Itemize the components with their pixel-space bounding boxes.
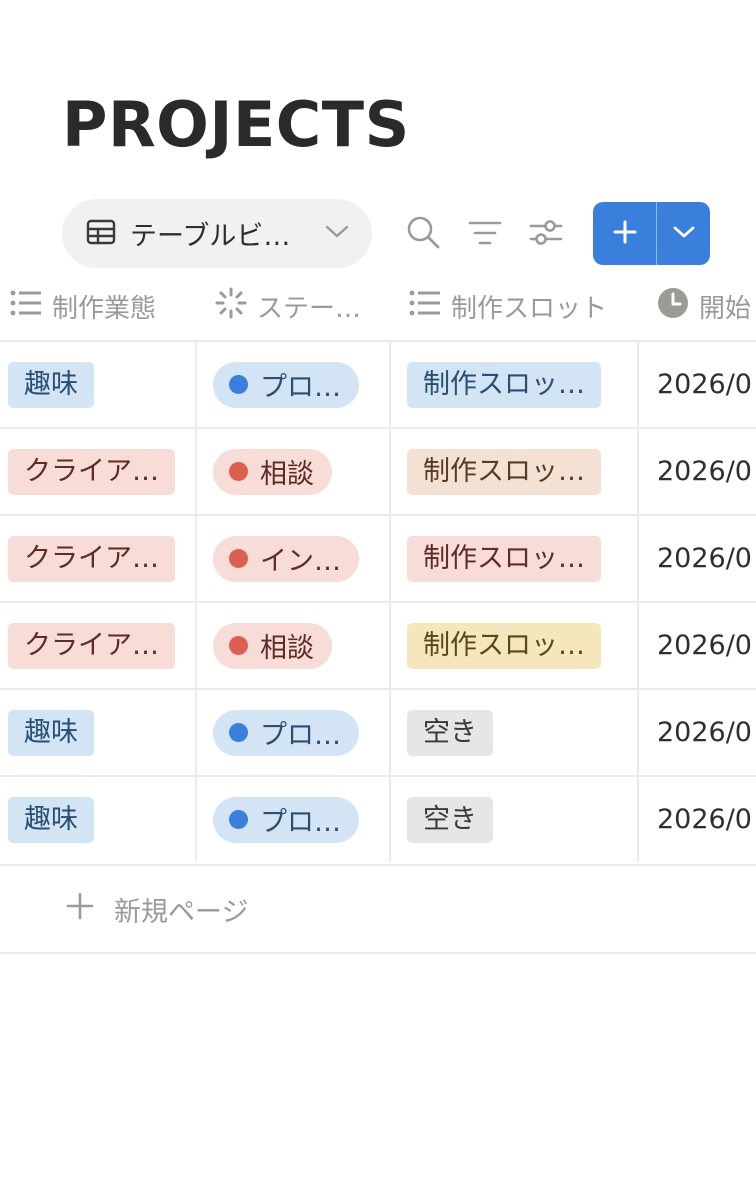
status-cell[interactable]: イン… bbox=[197, 516, 391, 601]
table-row[interactable]: クライア… イン… 制作スロッ… 2026/0 bbox=[0, 514, 756, 601]
slot-cell[interactable]: 空き bbox=[391, 777, 639, 862]
type-cell[interactable]: 趣味 bbox=[0, 342, 197, 427]
slot-tag: 空き bbox=[407, 709, 493, 756]
slot-cell[interactable]: 制作スロッ… bbox=[391, 342, 639, 427]
table-body: 趣味 プロ… 制作スロッ… 2026/0 クライア… 相談 制作スロッ… 202… bbox=[0, 340, 756, 862]
new-page-button[interactable]: 新規ページ bbox=[0, 864, 756, 954]
chevron-down-icon bbox=[672, 224, 696, 244]
column-header-start[interactable]: 開始 bbox=[657, 283, 751, 329]
table-row[interactable]: クライア… 相談 制作スロッ… 2026/0 bbox=[0, 427, 756, 514]
status-dot bbox=[229, 549, 248, 568]
plus-icon bbox=[66, 892, 114, 927]
list-icon bbox=[409, 289, 451, 324]
status-dot bbox=[229, 462, 248, 481]
status-badge: 相談 bbox=[213, 448, 332, 495]
table-row[interactable]: 趣味 プロ… 制作スロッ… 2026/0 bbox=[0, 340, 756, 427]
new-page-label: 新規ページ bbox=[114, 896, 249, 928]
view-selector[interactable]: テーブルビ… bbox=[62, 199, 372, 268]
filter-icon[interactable] bbox=[467, 214, 503, 250]
column-header-type[interactable]: 制作業態 bbox=[10, 283, 156, 329]
new-entry-button[interactable] bbox=[593, 202, 656, 265]
type-tag: 趣味 bbox=[8, 709, 94, 756]
chevron-down-icon bbox=[324, 224, 350, 244]
slot-tag: 制作スロッ… bbox=[407, 361, 601, 408]
clock-icon bbox=[657, 287, 699, 326]
slot-tag: 制作スロッ… bbox=[407, 535, 601, 582]
status-badge: プロ… bbox=[213, 361, 359, 408]
status-cell[interactable]: プロ… bbox=[197, 342, 391, 427]
type-tag: クライア… bbox=[8, 622, 175, 669]
type-cell[interactable]: クライア… bbox=[0, 516, 197, 601]
start-date-cell[interactable]: 2026/0 bbox=[639, 777, 756, 862]
type-tag: クライア… bbox=[8, 448, 175, 495]
column-header-status[interactable]: ステー… bbox=[215, 283, 361, 329]
new-entry-dropdown-button[interactable] bbox=[657, 202, 710, 265]
status-icon bbox=[215, 287, 257, 326]
status-badge: 相談 bbox=[213, 622, 332, 669]
type-tag: クライア… bbox=[8, 535, 175, 582]
start-date-cell[interactable]: 2026/0 bbox=[639, 429, 756, 514]
status-cell[interactable]: プロ… bbox=[197, 777, 391, 862]
status-dot bbox=[229, 810, 248, 829]
start-date-cell[interactable]: 2026/0 bbox=[639, 690, 756, 775]
status-cell[interactable]: プロ… bbox=[197, 690, 391, 775]
status-badge: プロ… bbox=[213, 796, 359, 843]
status-badge: プロ… bbox=[213, 709, 359, 756]
slot-cell[interactable]: 制作スロッ… bbox=[391, 603, 639, 688]
slot-cell[interactable]: 制作スロッ… bbox=[391, 516, 639, 601]
slot-tag: 空き bbox=[407, 796, 493, 843]
table-row[interactable]: 趣味 プロ… 空き 2026/0 bbox=[0, 775, 756, 862]
table-row[interactable]: 趣味 プロ… 空き 2026/0 bbox=[0, 688, 756, 775]
start-date-cell[interactable]: 2026/0 bbox=[639, 603, 756, 688]
list-icon bbox=[10, 289, 52, 324]
table-icon bbox=[86, 219, 116, 249]
status-badge: イン… bbox=[213, 535, 359, 582]
status-cell[interactable]: 相談 bbox=[197, 429, 391, 514]
type-tag: 趣味 bbox=[8, 361, 94, 408]
status-dot bbox=[229, 636, 248, 655]
page-title: PROJECTS bbox=[62, 88, 410, 161]
start-date-cell[interactable]: 2026/0 bbox=[639, 516, 756, 601]
type-cell[interactable]: 趣味 bbox=[0, 777, 197, 862]
start-date-cell[interactable]: 2026/0 bbox=[639, 342, 756, 427]
status-dot bbox=[229, 723, 248, 742]
type-cell[interactable]: クライア… bbox=[0, 429, 197, 514]
table-row[interactable]: クライア… 相談 制作スロッ… 2026/0 bbox=[0, 601, 756, 688]
settings-sliders-icon[interactable] bbox=[528, 214, 564, 250]
search-icon[interactable] bbox=[405, 214, 441, 250]
slot-cell[interactable]: 空き bbox=[391, 690, 639, 775]
slot-tag: 制作スロッ… bbox=[407, 448, 601, 495]
new-entry-button-group bbox=[593, 202, 710, 265]
type-cell[interactable]: 趣味 bbox=[0, 690, 197, 775]
slot-cell[interactable]: 制作スロッ… bbox=[391, 429, 639, 514]
plus-icon bbox=[612, 219, 638, 249]
column-header-slot[interactable]: 制作スロット bbox=[409, 283, 607, 329]
type-tag: 趣味 bbox=[8, 796, 94, 843]
slot-tag: 制作スロッ… bbox=[407, 622, 601, 669]
status-dot bbox=[229, 375, 248, 394]
type-cell[interactable]: クライア… bbox=[0, 603, 197, 688]
view-label: テーブルビ… bbox=[130, 221, 291, 252]
status-cell[interactable]: 相談 bbox=[197, 603, 391, 688]
